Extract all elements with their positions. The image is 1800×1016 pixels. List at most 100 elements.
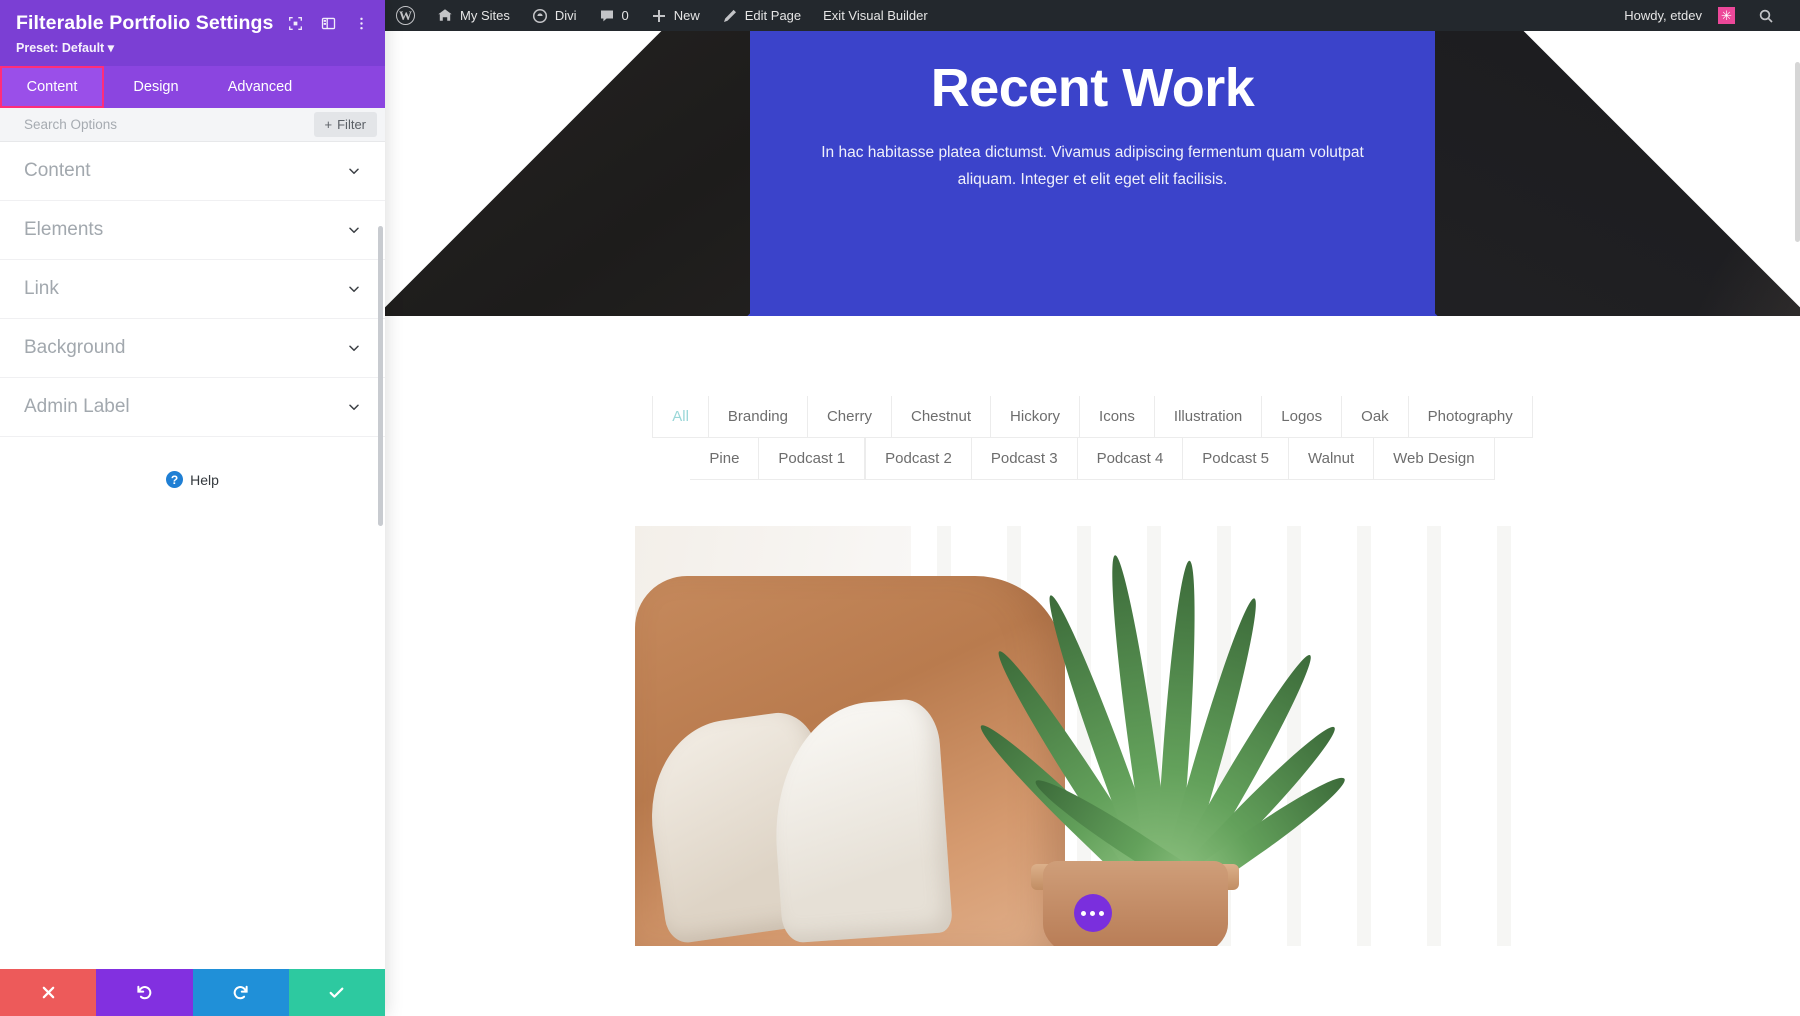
edit-page-label: Edit Page: [744, 8, 802, 23]
plus-icon: [651, 8, 667, 24]
search-input[interactable]: [24, 117, 314, 132]
edit-page-menu[interactable]: Edit Page: [711, 0, 812, 31]
portfolio-grid: [385, 526, 1800, 946]
settings-section-label: Content: [24, 160, 91, 181]
portfolio-filter-icons[interactable]: Icons: [1080, 396, 1155, 438]
settings-scrollbar-thumb[interactable]: [378, 226, 383, 526]
settings-footer: [0, 969, 385, 1016]
new-label: New: [673, 8, 700, 23]
visual-builder-canvas: What I Do Traditional Framing Craquer mi…: [385, 31, 1800, 1016]
tab-content[interactable]: Content: [0, 66, 104, 108]
admin-bar-left-group: W My Sites Divi 0 New Edit Page Exit Vis…: [385, 0, 939, 31]
settings-section-label: Link: [24, 278, 59, 299]
portfolio-filter-walnut[interactable]: Walnut: [1289, 438, 1375, 480]
comments-count: 0: [621, 8, 629, 23]
portfolio-item-options-button[interactable]: [1073, 894, 1112, 932]
hero-subtitle: In hac habitasse platea dictumst. Vivamu…: [821, 143, 1364, 188]
pencil-icon: [722, 8, 738, 24]
new-content-menu[interactable]: New: [640, 0, 711, 31]
settings-section-link[interactable]: Link: [0, 260, 385, 319]
portfolio-filter-podcast-5[interactable]: Podcast 5: [1183, 438, 1290, 480]
portfolio-filter-logos[interactable]: Logos: [1262, 396, 1343, 438]
portfolio-filter-web-design[interactable]: Web Design: [1374, 438, 1495, 480]
portfolio-filter-photography[interactable]: Photography: [1408, 396, 1533, 438]
settings-title: Filterable Portfolio Settings: [16, 12, 274, 34]
redo-button[interactable]: [192, 969, 289, 1016]
search-icon: [1758, 8, 1774, 24]
module-settings-panel: Filterable Portfolio Settings Preset: De…: [0, 0, 385, 1016]
portfolio-filter-list: All Branding Cherry Chestnut Hickory Icons Ill…: [625, 396, 1560, 480]
settings-preset-label: Preset: Default: [16, 41, 105, 55]
portfolio-filter-podcast-4[interactable]: Podcast 4: [1077, 438, 1184, 480]
settings-header: Filterable Portfolio Settings Preset: De…: [0, 0, 385, 66]
settings-tab-bar: Content Design Advanced: [0, 66, 385, 108]
portfolio-filter-oak[interactable]: Oak: [1342, 396, 1409, 438]
help-icon: ?: [166, 471, 184, 488]
plus-icon: +: [324, 117, 333, 132]
chevron-down-icon: [347, 341, 361, 355]
divi-label: Divi: [554, 8, 577, 23]
portfolio-filter-podcast-2[interactable]: Podcast 2: [865, 438, 972, 480]
hero-title: Recent Work: [930, 58, 1255, 118]
howdy-label: Howdy, etdev: [1624, 8, 1702, 23]
exit-visual-builder-label: Exit Visual Builder: [823, 8, 928, 23]
chevron-down-icon: [347, 223, 361, 237]
portfolio-filter-cherry[interactable]: Cherry: [807, 396, 892, 438]
tab-design[interactable]: Design: [104, 66, 208, 108]
filter-button[interactable]: + Filter: [313, 112, 377, 137]
help-label: Help: [190, 471, 219, 488]
cancel-button[interactable]: [0, 969, 97, 1016]
hero-text-block: Recent Work In hac habitasse platea dict…: [385, 31, 1800, 193]
portfolio-filter-branding[interactable]: Branding: [708, 396, 808, 438]
sites-icon: [437, 8, 453, 24]
portfolio-section: All Branding Cherry Chestnut Hickory Icons Ill…: [385, 316, 1800, 946]
tab-advanced[interactable]: Advanced: [208, 66, 312, 108]
portfolio-filter-pine[interactable]: Pine: [690, 438, 760, 480]
settings-section-label: Background: [24, 337, 126, 358]
avatar: ✳: [1718, 7, 1735, 24]
settings-section-label: Admin Label: [24, 396, 130, 417]
my-sites-menu[interactable]: My Sites: [426, 0, 521, 31]
exit-visual-builder-button[interactable]: Exit Visual Builder: [812, 0, 939, 31]
screen-root: W My Sites Divi 0 New Edit Page Exit Vis…: [0, 0, 1800, 1016]
settings-header-actions: [288, 16, 369, 31]
portfolio-filter-illustration[interactable]: Illustration: [1154, 396, 1263, 438]
fullscreen-icon[interactable]: [288, 16, 303, 31]
settings-section-list: Content Elements Link Background Admin Label: [0, 142, 385, 437]
dot-icon: [1081, 910, 1086, 916]
comment-icon: [599, 8, 615, 24]
portfolio-filter-chestnut[interactable]: Chestnut: [891, 396, 992, 438]
save-button[interactable]: [288, 969, 385, 1016]
portfolio-filter-all[interactable]: All: [652, 396, 709, 438]
canvas-scrollbar[interactable]: [1795, 62, 1800, 1016]
admin-bar-right-group: Howdy, etdev ✳: [1613, 0, 1800, 31]
wordpress-logo-menu[interactable]: W: [385, 0, 426, 31]
help-button[interactable]: ? Help: [0, 471, 385, 488]
settings-preset-selector[interactable]: Preset: Default ▾: [16, 40, 369, 55]
wordpress-icon: W: [396, 6, 415, 25]
admin-bar-search-button[interactable]: [1746, 8, 1786, 24]
chevron-down-icon: [347, 282, 361, 296]
dot-icon: [1099, 910, 1104, 916]
my-sites-label: My Sites: [460, 8, 510, 23]
portfolio-filter-podcast-1[interactable]: Podcast 1: [759, 438, 866, 480]
settings-section-content[interactable]: Content: [0, 142, 385, 201]
portfolio-filter-podcast-3[interactable]: Podcast 3: [971, 438, 1078, 480]
settings-title-row: Filterable Portfolio Settings: [16, 12, 369, 35]
settings-section-background[interactable]: Background: [0, 319, 385, 378]
chevron-down-icon: [347, 164, 361, 178]
more-vertical-icon[interactable]: [354, 16, 369, 31]
portfolio-item[interactable]: [634, 526, 1551, 946]
undo-button[interactable]: [96, 969, 193, 1016]
settings-section-admin-label[interactable]: Admin Label: [0, 378, 385, 437]
hero-section: What I Do Traditional Framing Craquer mi…: [385, 31, 1800, 316]
portfolio-filter-hickory[interactable]: Hickory: [991, 396, 1081, 438]
dot-icon: [1090, 910, 1095, 916]
layout-toggle-icon[interactable]: [321, 16, 336, 31]
settings-scrollbar[interactable]: [378, 142, 383, 969]
divi-menu[interactable]: Divi: [521, 0, 588, 31]
settings-section-elements[interactable]: Elements: [0, 201, 385, 260]
settings-body: Content Elements Link Background Admin Label…: [0, 142, 385, 969]
account-menu[interactable]: Howdy, etdev ✳: [1613, 0, 1746, 31]
comments-menu[interactable]: 0: [588, 0, 640, 31]
